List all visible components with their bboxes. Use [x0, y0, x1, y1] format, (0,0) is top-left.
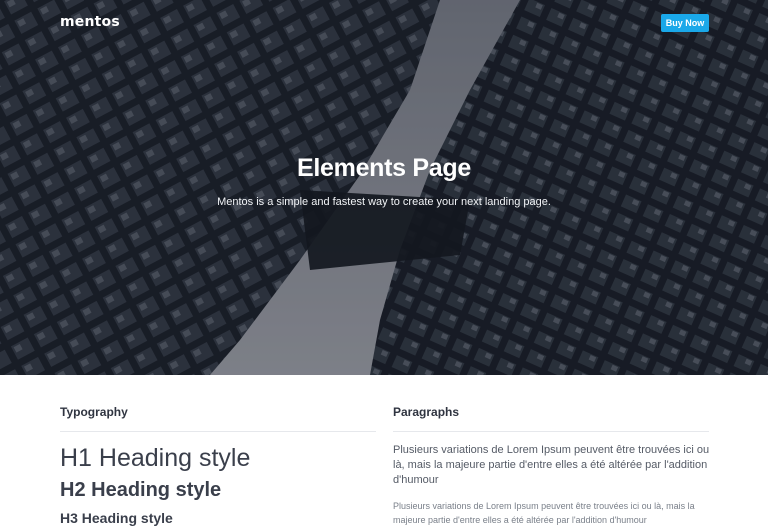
hero-overlay: [0, 0, 768, 375]
body-paragraph: Plusieurs variations de Lorem Ipsum peuv…: [393, 501, 695, 525]
divider: [60, 431, 376, 432]
typography-title: Typography: [60, 405, 128, 419]
brand-logo[interactable]: mentos: [60, 14, 120, 30]
hero-section: mentos Buy Now Elements Page Mentos is a…: [0, 0, 768, 375]
page-title: Elements Page: [297, 154, 471, 182]
buy-now-button[interactable]: Buy Now: [661, 14, 709, 32]
paragraphs-title: Paragraphs: [393, 405, 460, 419]
h1-sample: H1 Heading style: [60, 444, 251, 472]
divider: [393, 431, 709, 432]
hero-subtitle: Mentos is a simple and fastest way to cr…: [217, 196, 551, 208]
h3-sample: H3 Heading style: [60, 510, 173, 526]
top-navbar: mentos Buy Now: [0, 0, 768, 46]
elements-content: Typography H1 Heading style H2 Heading s…: [0, 375, 768, 530]
lead-paragraph: Plusieurs variations de Lorem Ipsum peuv…: [393, 444, 710, 486]
h2-sample: H2 Heading style: [60, 479, 222, 501]
